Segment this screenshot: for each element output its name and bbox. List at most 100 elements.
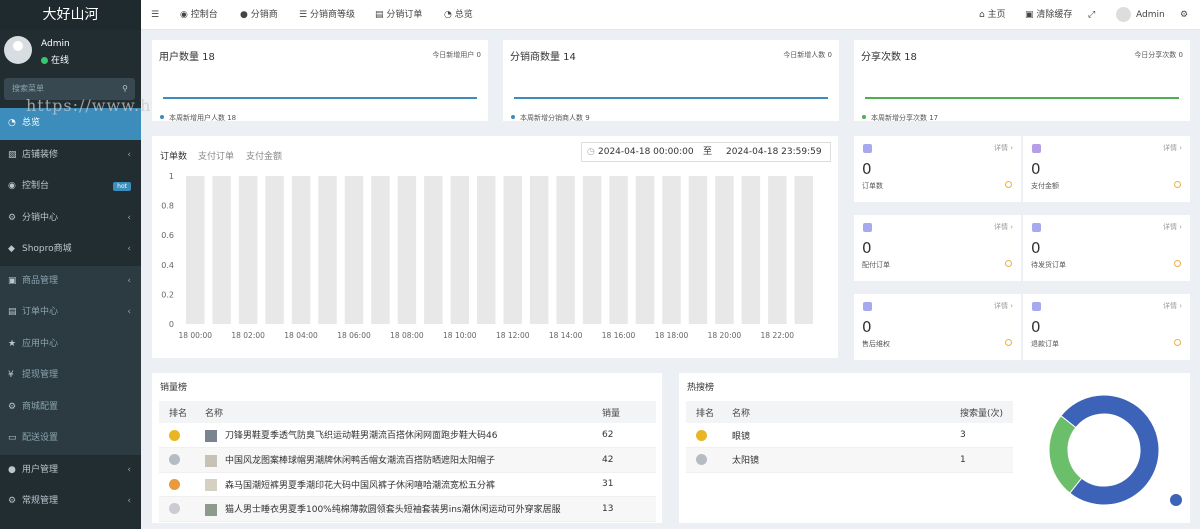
card-title: 用户数量 18 xyxy=(159,52,215,63)
table-row[interactable]: 森马国潮短裤男夏季潮印花大码中国风裤子休闲嘻哈潮流宽松五分裤 31 xyxy=(159,472,656,497)
sidebar-item[interactable]: ⚙ 分销中心 ‹ xyxy=(0,203,141,235)
trend-line xyxy=(865,97,1179,99)
menu-toggle-icon[interactable]: ☰ xyxy=(151,0,159,30)
sidebar-item[interactable]: ▣ 商品管理 ‹ xyxy=(0,265,141,297)
bar-track xyxy=(186,176,205,324)
sidebar-item-label: 控制台 xyxy=(22,181,50,191)
product-thumbnail xyxy=(205,429,217,442)
status-label: 在线 xyxy=(51,56,70,66)
sidebar-item[interactable]: ▤ 订单中心 ‹ xyxy=(0,297,141,329)
nav-distribution-orders[interactable]: ▤ 分销订单 xyxy=(375,0,422,30)
sidebar-item-label: 配送设置 xyxy=(22,433,59,443)
name-cell: 中国风龙图案棒球帽男潮牌休闲鸭舌帽女潮流百搭防晒遮阳太阳帽子 xyxy=(195,447,592,473)
cogs-icon: ⚙ xyxy=(8,401,17,412)
chat-icon[interactable] xyxy=(1170,494,1182,506)
bar-track xyxy=(503,176,522,324)
donut-slice[interactable] xyxy=(1060,394,1160,506)
table-row[interactable]: 中国风龙图案棒球帽男潮牌休闲鸭舌帽女潮流百搭防晒遮阳太阳帽子 42 xyxy=(159,447,656,473)
stat-label: 订单数 xyxy=(862,182,883,190)
detail-label: 详情 xyxy=(1162,223,1177,231)
stat-card: 详情 › 0 订单数 xyxy=(854,136,1021,202)
info-icon[interactable] xyxy=(1174,260,1181,267)
clear-cache-button[interactable]: ▣ 清除缓存 xyxy=(1025,0,1072,30)
sidebar-item[interactable]: ⚙ 常规管理 ‹ xyxy=(0,486,141,518)
y-tick-label: 1 xyxy=(169,172,174,181)
nav-distributor-level[interactable]: ☰ 分销商等级 xyxy=(299,0,355,30)
sales-table: 排名 名称 销量 刀锋男鞋夏季透气防臭飞织运动鞋男潮流百搭休闲网面跑步鞋大码46… xyxy=(159,401,656,522)
rank-cell xyxy=(159,447,195,473)
detail-link[interactable]: 详情 › xyxy=(1163,222,1182,232)
nav-label: 分销商 xyxy=(250,10,278,20)
rank-cell xyxy=(686,447,722,473)
x-tick-label: 18 18:00 xyxy=(655,331,689,340)
keyword[interactable]: 眼镜 xyxy=(722,423,950,448)
col-name: 名称 xyxy=(722,401,950,423)
sidebar-item-label: 提现管理 xyxy=(22,370,59,380)
search-placeholder: 搜索菜单 xyxy=(12,84,44,93)
bar-track xyxy=(609,176,628,324)
foot-text: 本周新增分享次数 17 xyxy=(871,114,939,122)
keyword[interactable]: 太阳镜 xyxy=(722,447,950,473)
product-name[interactable]: 刀锋男鞋夏季透气防臭飞织运动鞋男潮流百搭休闲网面跑步鞋大码46 xyxy=(225,431,497,441)
detail-label: 详情 xyxy=(1162,302,1177,310)
fullscreen-icon[interactable]: ⤢ xyxy=(1088,0,1095,30)
name-cell: 刀锋男鞋夏季透气防臭飞织运动鞋男潮流百搭休闲网面跑步鞋大码46 xyxy=(195,423,592,448)
bar-track xyxy=(265,176,284,324)
hot-search-panel: 热搜榜 排名 名称 搜索量(次) 眼镜 3 太阳镜 1 xyxy=(679,373,1190,523)
box-icon: ▣ xyxy=(8,275,17,286)
detail-link[interactable]: 详情 › xyxy=(994,143,1013,153)
bar-track xyxy=(582,176,602,324)
card-foot: 本周新增分享次数 17 xyxy=(862,113,938,123)
info-icon[interactable] xyxy=(1174,181,1181,188)
info-icon[interactable] xyxy=(1174,339,1181,346)
table-row[interactable]: 猫人男士睡衣男夏季100%纯棉薄款圆领套头短袖套装男ins潮休闲运动可外穿家居服… xyxy=(159,496,656,522)
sidebar-item[interactable]: ▧ 店铺装修 ‹ xyxy=(0,140,141,172)
sidebar-item[interactable]: ⚙ 商城配置 xyxy=(0,391,141,423)
sitemap-icon: ⚙ xyxy=(8,212,17,223)
search-count: 1 xyxy=(950,447,1013,473)
sidebar-item[interactable]: ★ 应用中心 xyxy=(0,328,141,360)
info-icon[interactable] xyxy=(1005,181,1012,188)
table-row[interactable]: 眼镜 3 xyxy=(686,423,1013,448)
distributor-count-card: 分销商数量 14 今日新增人数 0 本周新增分销商人数 9 xyxy=(503,40,839,123)
card-foot: 本周新增分销商人数 9 xyxy=(511,113,590,123)
nav-dashboard[interactable]: ◉ 控制台 xyxy=(180,0,218,30)
stat-card: 详情 › 0 支付金额 xyxy=(1023,136,1190,202)
diamond-icon: ◆ xyxy=(8,244,15,254)
foot-text: 本周新增分销商人数 9 xyxy=(520,114,590,122)
product-thumbnail xyxy=(205,479,217,491)
sidebar-item[interactable]: ◉ 控制台 hot xyxy=(0,171,141,203)
nav-overview[interactable]: ◔ 总览 xyxy=(444,0,473,30)
hot-badge: hot xyxy=(113,182,131,191)
hot-search-donut-chart xyxy=(1048,394,1160,506)
sidebar-item[interactable]: ● 用户管理 ‹ xyxy=(0,455,141,487)
bar-track xyxy=(397,176,417,324)
bullet-icon xyxy=(160,115,164,119)
chevron-left-icon: ‹ xyxy=(127,496,131,506)
truck-icon: ▭ xyxy=(8,433,17,443)
table-row[interactable]: 刀锋男鞋夏季透气防臭飞织运动鞋男潮流百搭休闲网面跑步鞋大码46 62 xyxy=(159,423,656,448)
brand-logo[interactable]: 大好山河 xyxy=(0,0,141,30)
table-row[interactable]: 太阳镜 1 xyxy=(686,447,1013,473)
top-navbar: ☰ ◉ 控制台 ● 分销商 ☰ 分销商等级 ▤ 分销订单 ◔ 总览 ⌂ 主页 ▣… xyxy=(141,0,1200,30)
rank-medal-icon xyxy=(696,429,707,441)
sidebar-item[interactable]: ¥ 提现管理 xyxy=(0,360,141,392)
detail-link[interactable]: 详情 › xyxy=(1163,301,1182,311)
product-name[interactable]: 中国风龙图案棒球帽男潮牌休闲鸭舌帽女潮流百搭防晒遮阳太阳帽子 xyxy=(225,456,495,466)
info-icon[interactable] xyxy=(1005,339,1012,346)
nav-distributor[interactable]: ● 分销商 xyxy=(240,0,278,30)
sidebar-item[interactable]: ◆ Shopro商城 ‹ xyxy=(0,234,141,266)
detail-link[interactable]: 详情 › xyxy=(1163,143,1182,153)
nav-label: 分销商等级 xyxy=(309,10,355,20)
donut-slice[interactable] xyxy=(1048,415,1083,494)
info-icon[interactable] xyxy=(1005,260,1012,267)
sidebar-item[interactable]: ▭ 配送设置 xyxy=(0,423,141,455)
detail-link[interactable]: 详情 › xyxy=(994,301,1013,311)
settings-icon[interactable]: ⚙ xyxy=(1180,0,1188,30)
home-link[interactable]: ⌂ 主页 xyxy=(979,0,1006,30)
admin-menu[interactable]: Admin xyxy=(1116,0,1165,30)
rank-cell xyxy=(159,496,195,522)
detail-link[interactable]: 详情 › xyxy=(994,222,1013,232)
product-name[interactable]: 猫人男士睡衣男夏季100%纯棉薄款圆领套头短袖套装男ins潮休闲运动可外穿家居服 xyxy=(225,505,561,515)
product-name[interactable]: 森马国潮短裤男夏季潮印花大码中国风裤子休闲嘻哈潮流宽松五分裤 xyxy=(225,481,495,491)
